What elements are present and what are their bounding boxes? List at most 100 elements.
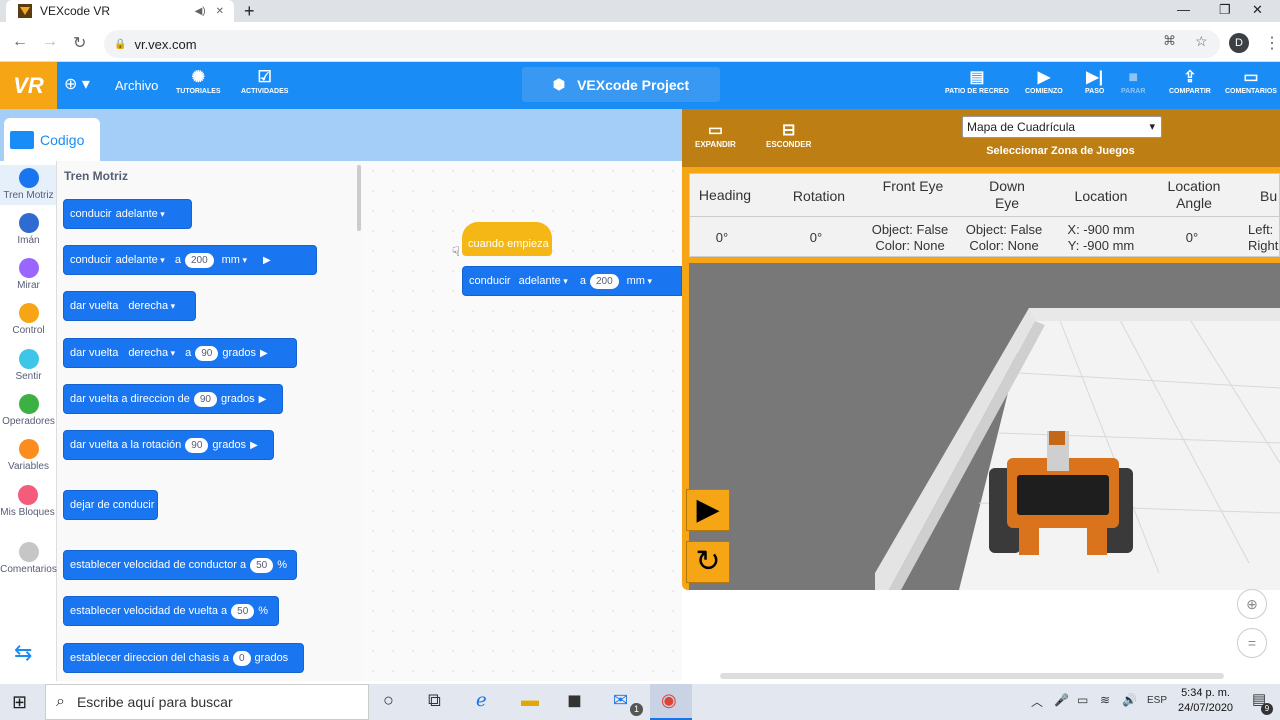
unit-dropdown[interactable]: mm	[627, 275, 652, 287]
drive-velocity-input[interactable]: 50	[250, 557, 274, 573]
script-conducir-block[interactable]: conducir adelante a 200 mm	[462, 266, 682, 296]
address-bar[interactable]: 🔒 vr.vex.com	[104, 30, 1220, 58]
block-conducir[interactable]: conducir adelante	[63, 199, 192, 229]
unit-dropdown[interactable]: mm	[222, 254, 247, 266]
bookmark-star-icon[interactable]: ☆	[1195, 33, 1208, 50]
expand-arrow-icon[interactable]: ▶	[260, 348, 268, 359]
expandir-button[interactable]: ▭ EXPANDIR	[695, 120, 736, 149]
comentarios-button[interactable]: ▭ COMENTARIOS	[1225, 68, 1277, 95]
wifi-icon[interactable]: ≋	[1100, 693, 1110, 707]
category-sentir[interactable]: Sentir	[0, 349, 57, 382]
distance-input[interactable]: 200	[184, 252, 214, 268]
reload-icon[interactable]: ↻	[73, 33, 86, 53]
browser-tab[interactable]: VEXcode VR ◀) ✕	[6, 0, 234, 22]
block-dar-vuelta-rotacion[interactable]: dar vuelta a la rotación 90 grados ▶	[63, 430, 274, 460]
battery-icon[interactable]: ▭	[1077, 693, 1088, 707]
back-icon[interactable]: ←	[12, 33, 28, 51]
forward-icon[interactable]: →	[42, 33, 58, 51]
category-tren-motriz[interactable]: Tren Motriz	[0, 168, 57, 201]
cortana-icon[interactable]: ○	[383, 690, 394, 711]
direction-dropdown[interactable]: adelante	[116, 254, 165, 266]
language-indicator[interactable]: ESP	[1147, 695, 1167, 706]
turn-velocity-input[interactable]: 50	[231, 603, 255, 619]
workspace-scrollbar[interactable]	[720, 673, 1224, 679]
patio-de-recreo-button[interactable]: ▤ PATIO DE RECREO	[945, 68, 1009, 95]
category-label: Mis Bloques	[0, 507, 55, 518]
zoom-reset-icon[interactable]: =	[1237, 628, 1267, 658]
block-dar-vuelta[interactable]: dar vuelta derecha	[63, 291, 196, 321]
volume-icon[interactable]: 🔊	[1122, 693, 1137, 707]
translate-icon[interactable]: ⌘	[1163, 33, 1176, 49]
category-control[interactable]: Control	[0, 303, 57, 336]
new-tab-button[interactable]: +	[244, 1, 255, 22]
taskbar-search[interactable]: ⌕ Escribe aquí para buscar	[45, 684, 369, 720]
expand-arrow-icon[interactable]: ▶	[259, 394, 267, 405]
block-velocidad-vuelta[interactable]: establecer velocidad de vuelta a 50 %	[63, 596, 279, 626]
category-comentarios[interactable]: Comentarios	[0, 542, 57, 575]
tab-audio-icon[interactable]: ◀)	[195, 6, 206, 17]
expand-arrow-icon[interactable]: ▶	[263, 255, 271, 266]
avatar[interactable]: D	[1229, 33, 1249, 53]
block-conducir-distancia[interactable]: conducir adelante a 200 mm ▶	[63, 245, 317, 275]
paso-button[interactable]: ▶| PASO	[1085, 68, 1104, 95]
degrees-input[interactable]: 90	[195, 345, 219, 361]
task-view-icon[interactable]: ⧉	[428, 690, 441, 711]
switch-editor-icon[interactable]: ⇆	[14, 640, 32, 666]
esconder-button[interactable]: ⊟ ESCONDER	[766, 120, 811, 149]
minimize-icon[interactable]: —	[1177, 2, 1190, 17]
actividades-button[interactable]: ☑ ACTIVIDADES	[241, 68, 288, 95]
tutoriales-button[interactable]: ✺ TUTORIALES	[176, 68, 221, 95]
tray-chevron-icon[interactable]: ︿	[1031, 693, 1043, 710]
mail-icon[interactable]: ✉	[613, 690, 628, 711]
archivo-menu[interactable]: Archivo	[115, 78, 158, 93]
patio-label: PATIO DE RECREO	[945, 88, 1009, 95]
zoom-in-icon[interactable]: ⊕	[1237, 589, 1267, 619]
store-icon[interactable]: ◼	[567, 690, 582, 711]
heading-input[interactable]: 90	[193, 391, 217, 407]
system-clock[interactable]: 5:34 p. m. 24/07/2020	[1178, 686, 1233, 716]
maximize-icon[interactable]: ❐	[1219, 2, 1231, 18]
3d-playground-scene[interactable]	[689, 263, 1280, 590]
direction-dropdown[interactable]: adelante	[519, 275, 568, 287]
compartir-button[interactable]: ⇪ COMPARTIR	[1169, 68, 1211, 95]
edge-icon[interactable]: ℯ	[476, 690, 487, 711]
comienzo-button[interactable]: ▶ COMIENZO	[1025, 68, 1063, 95]
header-heading: Heading	[698, 187, 752, 203]
turn-dropdown[interactable]: derecha	[128, 300, 175, 312]
project-name-box[interactable]: ⬢ VEXcode Project	[522, 67, 720, 102]
map-select[interactable]: Mapa de Cuadrícula	[962, 116, 1162, 138]
category-variables[interactable]: Variables	[0, 439, 57, 472]
category-operadores[interactable]: Operadores	[0, 394, 57, 427]
browser-menu-icon[interactable]: ⋮	[1264, 33, 1280, 53]
block-dar-vuelta-direccion[interactable]: dar vuelta a direccion de 90 grados ▶	[63, 384, 283, 414]
file-explorer-icon[interactable]: ▬	[521, 690, 539, 711]
expand-arrow-icon[interactable]: ▶	[250, 440, 258, 451]
tab-codigo[interactable]: Codigo	[4, 118, 100, 161]
palette-scrollbar[interactable]	[357, 165, 361, 231]
category-label: Control	[12, 325, 45, 336]
block-dejar-de-conducir[interactable]: dejar de conducir	[63, 490, 158, 520]
distance-input[interactable]: 200	[589, 273, 619, 289]
parar-button[interactable]: ■ PARAR	[1121, 68, 1145, 95]
rotation-input[interactable]: 90	[185, 437, 209, 453]
direction-dropdown[interactable]: adelante	[116, 208, 165, 220]
heading-set-input[interactable]: 0	[232, 650, 251, 666]
language-globe-icon[interactable]: ⊕ ▾	[64, 74, 90, 94]
category-iman[interactable]: Imán	[0, 213, 57, 246]
windows-start-icon[interactable]: ⊞	[12, 692, 27, 713]
block-text: a	[185, 347, 192, 359]
reset-button[interactable]: ↻	[686, 541, 730, 583]
bumper-right: Right	[1248, 238, 1279, 253]
category-mis-bloques[interactable]: Mis Bloques	[0, 485, 55, 518]
block-velocidad-conductor[interactable]: establecer velocidad de conductor a 50 %	[63, 550, 297, 580]
category-mirar[interactable]: Mirar	[0, 258, 57, 291]
play-button[interactable]: ▶	[686, 489, 730, 531]
block-dar-vuelta-grados[interactable]: dar vuelta derecha a 90 grados ▶	[63, 338, 297, 368]
when-started-block[interactable]: cuando empieza	[462, 222, 552, 256]
close-window-icon[interactable]: ✕	[1252, 2, 1263, 18]
block-direccion-chasis[interactable]: establecer direccion del chasis a 0 grad…	[63, 643, 304, 673]
tab-close-icon[interactable]: ✕	[216, 6, 224, 17]
block-text: conducir	[70, 208, 112, 220]
turn-dropdown[interactable]: derecha	[128, 347, 175, 359]
microphone-icon[interactable]: 🎤	[1054, 693, 1069, 707]
